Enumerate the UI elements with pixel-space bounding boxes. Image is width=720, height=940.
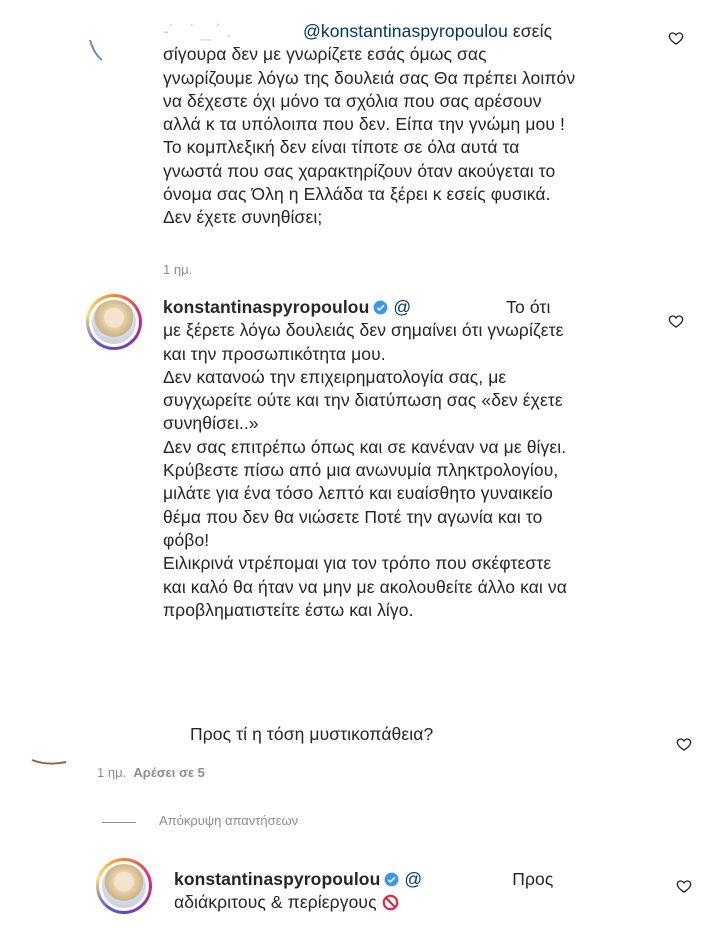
comment-1-text: -˙ ˙ _ ´ . @konstantinaspyropoulou εσείς … — [163, 21, 576, 228]
blurred-username: -˙ ˙ _ ´ . — [163, 21, 232, 41]
verified-badge-icon — [374, 300, 388, 315]
cropped-avatar-fragment — [31, 759, 67, 765]
cropped-avatar-fragment — [89, 39, 103, 61]
prohibited-emoji-icon — [382, 895, 398, 911]
mention-link[interactable]: @konstantinaspyropoulou — [303, 21, 508, 41]
username-link[interactable]: konstantinaspyropoulou — [174, 869, 380, 889]
heart-icon[interactable] — [668, 313, 684, 329]
hide-replies-button[interactable]: Απόκρυψη απαντήσεων — [159, 813, 298, 828]
comment-1-time: 1 ημ. — [163, 262, 193, 277]
comment-3-meta: 1 ημ. Αρέσει σε 5 — [97, 765, 205, 780]
reply-text: konstantinaspyropoulou @ Προς αδιάκριτους… — [174, 869, 554, 913]
hide-replies-line — [102, 822, 136, 823]
heart-icon[interactable] — [676, 878, 692, 894]
mention-link[interactable]: @ — [404, 869, 422, 889]
mention-link[interactable]: @ — [393, 297, 411, 317]
comment-2-text: konstantinaspyropoulou @ Το ότι με ξέρετ… — [163, 297, 567, 620]
likes-count[interactable]: Αρέσει σε 5 — [133, 765, 205, 780]
username-link[interactable]: konstantinaspyropoulou — [163, 297, 369, 317]
verified-badge-icon — [385, 872, 399, 887]
comment-3-time: 1 ημ. — [97, 765, 127, 780]
comment-3-text: Προς τί η τόση μυστικοπάθεια? — [190, 724, 434, 744]
heart-icon[interactable] — [676, 736, 692, 752]
heart-icon[interactable] — [668, 30, 684, 46]
avatar[interactable] — [96, 858, 152, 914]
avatar[interactable] — [86, 294, 142, 350]
